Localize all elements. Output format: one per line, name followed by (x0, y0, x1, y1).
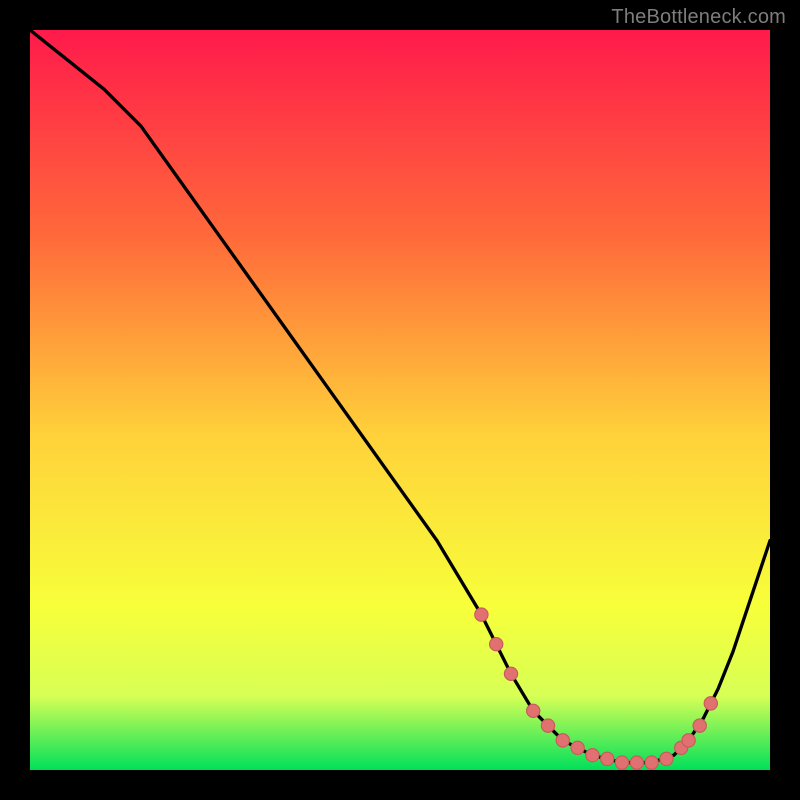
valley-dot (601, 752, 614, 765)
valley-dot (527, 704, 540, 717)
valley-dot (571, 741, 584, 754)
valley-dot (630, 756, 643, 769)
valley-dot (693, 719, 706, 732)
valley-dot (704, 697, 717, 710)
valley-dot (645, 756, 658, 769)
bottleneck-chart (30, 30, 770, 770)
valley-dot (504, 667, 517, 680)
valley-dot (682, 734, 695, 747)
attribution-text: TheBottleneck.com (611, 6, 786, 29)
gradient-background (30, 30, 770, 770)
valley-dot (541, 719, 554, 732)
valley-dot (475, 608, 488, 621)
valley-dot (490, 638, 503, 651)
valley-dot (586, 749, 599, 762)
valley-dot (660, 752, 673, 765)
chart-stage: TheBottleneck.com (0, 0, 800, 800)
valley-dot (615, 756, 628, 769)
valley-dot (556, 734, 569, 747)
